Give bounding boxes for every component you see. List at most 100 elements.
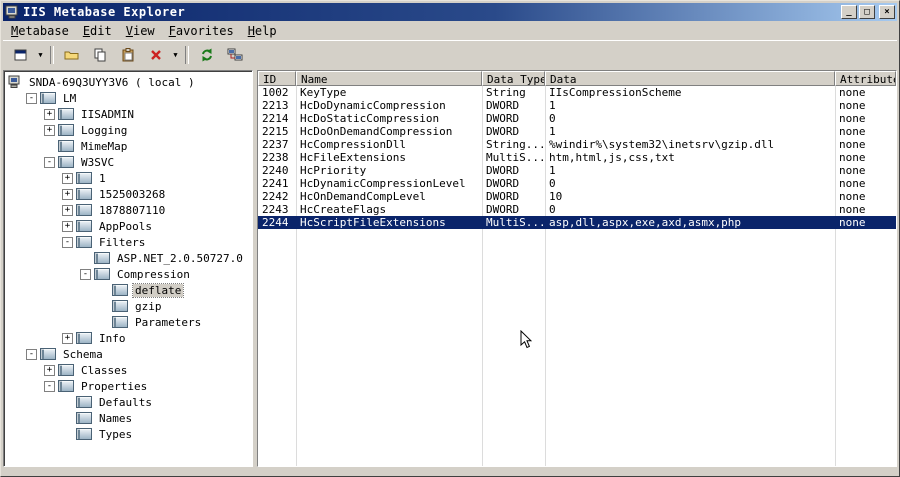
tree-node-info[interactable]: + Info [4,330,252,346]
paste-button[interactable] [114,43,142,67]
cell-name: HcPriority [300,164,367,177]
expand-icon[interactable]: + [62,172,73,184]
column-header-id[interactable]: ID [258,71,296,86]
key-icon [76,396,92,408]
cell-data: 0 [549,203,556,216]
collapse-icon[interactable]: - [26,348,37,360]
collapse-icon[interactable]: - [62,236,73,248]
tree-node-filters[interactable]: - Filters [4,234,252,250]
collapse-icon[interactable]: - [26,92,37,104]
column-header-name[interactable]: Name [296,71,482,86]
open-button[interactable] [58,43,86,67]
tree-node-lm[interactable]: - LM [4,90,252,106]
cell-type: MultiS... [486,151,545,164]
expand-icon[interactable]: + [62,188,73,200]
table-row[interactable]: 2241 HcDynamicCompressionLevel DWORD 0 none [258,177,896,190]
new-key-dropdown-arrow-icon[interactable]: ▼ [35,44,46,66]
tree-node-1525003268[interactable]: +1525003268 [4,186,252,202]
menu-bar: Metabase Edit View Favorites Help [3,21,897,40]
refresh-button[interactable] [193,43,221,67]
minimize-button[interactable]: _ [841,5,857,19]
collapse-icon[interactable]: - [80,268,91,280]
tree-node-properties[interactable]: - Properties [4,378,252,394]
cell-type: DWORD [486,203,520,216]
toolbar-separator [50,45,54,64]
table-row[interactable]: 2243 HcCreateFlags DWORD 0 none [258,203,896,216]
tree-node-defaults[interactable]: Defaults [4,394,252,410]
tree-node-label: ASP.NET_2.0.50727.0 [117,251,243,265]
table-row[interactable]: 2213 HcDoDynamicCompression DWORD 1 none [258,99,896,112]
tree-node-mimemap[interactable]: MimeMap [4,138,252,154]
tree-node-label: Compression [117,267,190,281]
tree-node-compression[interactable]: - Compression [4,266,252,282]
property-list: ID Name Data Type Data Attributes 1002 Ke… [257,70,897,467]
close-button[interactable]: × [879,5,895,19]
table-row[interactable]: 2240 HcPriority DWORD 1 none [258,164,896,177]
key-icon [112,300,128,312]
key-icon [76,204,92,216]
cell-name: HcFileExtensions [300,151,406,164]
cell-id: 2242 [262,190,289,203]
tree-node-types[interactable]: Types [4,426,252,442]
list-header: ID Name Data Type Data Attributes [258,71,896,86]
cell-name: HcOnDemandCompLevel [300,190,426,203]
table-row[interactable]: 2215 HcDoOnDemandCompression DWORD 1 none [258,125,896,138]
new-key-button[interactable] [7,43,35,67]
menu-view[interactable]: View [119,22,162,40]
table-row[interactable]: 1002 KeyType String IIsCompressionScheme non… [258,86,896,99]
tree-node-classes[interactable]: + Classes [4,362,252,378]
column-header-attributes[interactable]: Attributes [835,71,896,86]
cell-type: DWORD [486,177,520,190]
cell-name: HcCreateFlags [300,203,387,216]
folder-icon [64,51,79,59]
expand-icon[interactable]: + [44,124,55,136]
table-row[interactable]: 2214 HcDoStaticCompression DWORD 0 none [258,112,896,125]
cell-attrs: none [839,99,866,112]
key-icon [76,412,92,424]
table-row[interactable]: 2237 HcCompressionDll String... %windir%\sy… [258,138,896,151]
table-row-selected[interactable]: 2244 HcScriptFileExtensions MultiS... asp,d… [258,216,896,229]
expander-slot [80,253,91,264]
tree-node-root[interactable]: SNDA-69Q3UYY3V6 ( local ) [4,74,252,90]
tree-node-deflate[interactable]: deflate [4,282,252,298]
copy-button[interactable] [86,43,114,67]
tree-node-aspnet[interactable]: ASP.NET_2.0.50727.0 [4,250,252,266]
toolbar-separator [185,45,189,64]
tree-node-logging[interactable]: + Logging [4,122,252,138]
table-row[interactable]: 2242 HcOnDemandCompLevel DWORD 10 none [258,190,896,203]
tree-node-w3svc[interactable]: - W3SVC [4,154,252,170]
menu-metabase[interactable]: Metabase [4,22,76,40]
tree-node-apppools[interactable]: + AppPools [4,218,252,234]
column-header-data-type[interactable]: Data Type [482,71,545,86]
expand-icon[interactable]: + [44,108,55,120]
tree-node-gzip[interactable]: gzip [4,298,252,314]
collapse-icon[interactable]: - [44,156,55,168]
tree-node-1[interactable]: +1 [4,170,252,186]
tree-node-label: Names [99,411,133,425]
collapse-icon[interactable]: - [44,380,55,392]
expand-icon[interactable]: + [62,204,73,216]
app-window: IIS Metabase Explorer _ □ × Metabase Edi… [0,0,900,477]
column-header-data[interactable]: Data [545,71,835,86]
menu-help[interactable]: Help [241,22,284,40]
maximize-button[interactable]: □ [859,5,875,19]
connect-button[interactable] [221,43,249,67]
tree-node-schema[interactable]: - Schema [4,346,252,362]
expand-icon[interactable]: + [62,332,73,344]
expand-icon[interactable]: + [44,364,55,376]
menu-favorites[interactable]: Favorites [162,22,241,40]
delete-button[interactable] [142,43,170,67]
expand-icon[interactable]: + [62,220,73,232]
tree-node-parameters[interactable]: Parameters [4,314,252,330]
menu-edit[interactable]: Edit [76,22,119,40]
tree-node-iisadmin[interactable]: + IISADMIN [4,106,252,122]
tree-node-label: MimeMap [81,139,128,153]
cell-name: KeyType [300,86,347,99]
key-icon [58,156,74,168]
titlebar[interactable]: IIS Metabase Explorer _ □ × [3,3,897,21]
tree-node-1878807110[interactable]: +1878807110 [4,202,252,218]
delete-dropdown-arrow-icon[interactable]: ▼ [170,44,181,66]
expander-slot [98,301,109,312]
table-row[interactable]: 2238 HcFileExtensions MultiS... htm,html,js… [258,151,896,164]
tree-node-names[interactable]: Names [4,410,252,426]
